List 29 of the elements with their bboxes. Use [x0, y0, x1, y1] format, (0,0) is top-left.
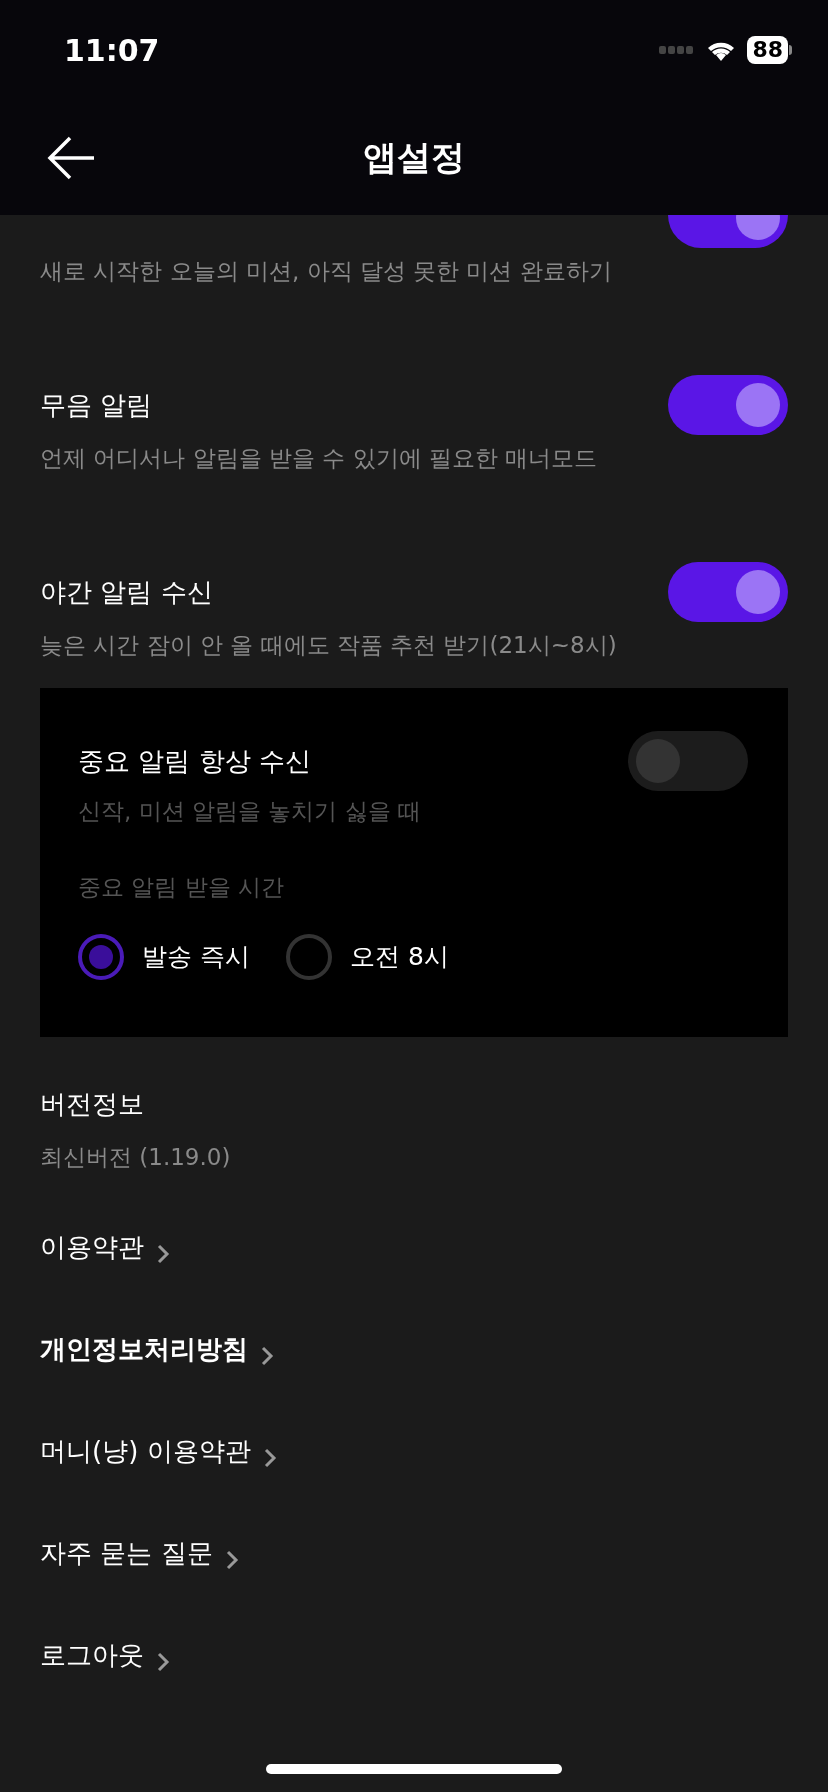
chevron-right-icon: [224, 1549, 239, 1571]
menu-link[interactable]: 자주 묻는 질문: [40, 1536, 213, 1570]
setting-description: 새로 시작한 오늘의 미션, 아직 달성 못한 미션 완료하기: [40, 257, 612, 286]
chevron-right-icon: [260, 1345, 274, 1367]
setting-description: 신작, 미션 알림을 놓치기 싫을 때: [78, 797, 421, 826]
version-value: 최신버전 (1.19.0): [40, 1143, 232, 1172]
radio-option[interactable]: 오전 8시: [285, 934, 449, 980]
setting-description: 늦은 시간 잠이 안 올 때에도 작품 추천 받기(21시~8시): [40, 631, 617, 660]
setting-description: 언제 어디서나 알림을 받을 수 있기에 필요한 매너모드: [40, 444, 598, 473]
status-time: 11:07: [64, 31, 160, 70]
radio-option[interactable]: 발송 즉시: [78, 934, 250, 980]
menu-link[interactable]: 이용약관: [40, 1230, 144, 1264]
chevron-right-icon: [262, 1447, 277, 1469]
chevron-right-icon: [156, 1651, 170, 1673]
menu-link[interactable]: 로그아웃: [40, 1638, 144, 1672]
page-title: 앱설정: [363, 136, 465, 179]
setting-title: 중요 알림 항상 수신: [78, 745, 312, 778]
toggle-switch[interactable]: [668, 562, 788, 622]
battery-indicator: 88: [747, 36, 788, 64]
setting-title: 무음 알림: [40, 389, 154, 422]
signal-icon: [659, 46, 696, 54]
menu-link[interactable]: 머니(냥) 이용약관: [40, 1434, 251, 1468]
chevron-right-icon: [156, 1243, 170, 1265]
toggle-switch[interactable]: [668, 375, 788, 435]
setting-title: 야간 알림 수신: [40, 576, 214, 609]
back-arrow-icon[interactable]: [46, 134, 96, 181]
version-title: 버전정보: [40, 1088, 145, 1121]
section-label: 중요 알림 받을 시간: [78, 873, 285, 902]
menu-link[interactable]: 개인정보처리방침: [40, 1332, 248, 1366]
